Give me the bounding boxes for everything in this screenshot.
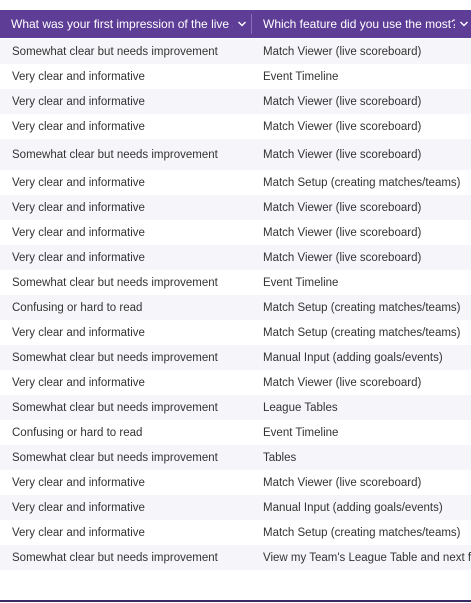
cell-feature-used: View my Team's League Table and next fi <box>263 551 471 564</box>
cell-first-impression: Very clear and informative <box>12 501 145 514</box>
table-row[interactable]: Very clear and informative Match Viewer (… <box>0 89 471 114</box>
cell-first-impression: Very clear and informative <box>12 70 145 83</box>
table-row[interactable]: Very clear and informative Match Setup (c… <box>0 320 471 345</box>
cell-first-impression: Very clear and informative <box>12 120 145 133</box>
column-header-label: Which feature did you use the most? <box>263 17 455 31</box>
table-row[interactable]: Confusing or hard to read Event Timeline <box>0 420 471 445</box>
cell-feature-used: Manual Input (adding goals/events) <box>263 501 443 514</box>
table-row[interactable]: Somewhat clear but needs improvement Matc… <box>0 39 471 64</box>
table-row[interactable]: Very clear and informative Match Viewer (… <box>0 220 471 245</box>
cell-feature-used: Event Timeline <box>263 276 339 289</box>
cell-first-impression: Confusing or hard to read <box>12 301 143 314</box>
cell-first-impression: Somewhat clear but needs improvement <box>12 401 218 414</box>
table-row[interactable]: Somewhat clear but needs improvement Manu… <box>0 345 471 370</box>
cell-feature-used: Match Setup (creating matches/teams) <box>263 526 461 539</box>
column-header-label: What was your first impression of the li… <box>11 17 233 31</box>
table-row[interactable]: Very clear and informative Match Viewer (… <box>0 245 471 270</box>
cell-first-impression: Somewhat clear but needs improvement <box>12 451 218 464</box>
cell-feature-used: Match Setup (creating matches/teams) <box>263 176 461 189</box>
table-row[interactable]: Very clear and informative Match Viewer (… <box>0 470 471 495</box>
table-row[interactable]: Very clear and informative Match Setup (c… <box>0 170 471 195</box>
table-row[interactable]: Somewhat clear but needs improvement Tabl… <box>0 445 471 470</box>
cell-feature-used: Match Viewer (live scoreboard) <box>263 95 422 108</box>
cell-first-impression: Very clear and informative <box>12 226 145 239</box>
table-body: Somewhat clear but needs improvement Matc… <box>0 39 471 570</box>
table-row[interactable]: Somewhat clear but needs improvement View… <box>0 545 471 570</box>
cell-feature-used: Match Viewer (live scoreboard) <box>263 476 422 489</box>
column-header-first-impression[interactable]: What was your first impression of the li… <box>0 10 251 38</box>
cell-feature-used: Manual Input (adding goals/events) <box>263 351 443 364</box>
table-row[interactable]: Very clear and informative Match Viewer (… <box>0 195 471 220</box>
cell-feature-used: Match Viewer (live scoreboard) <box>263 376 422 389</box>
cell-first-impression: Somewhat clear but needs improvement <box>12 351 218 364</box>
cell-feature-used: Match Viewer (live scoreboard) <box>263 251 422 264</box>
cell-feature-used: Match Viewer (live scoreboard) <box>263 120 422 133</box>
table-row[interactable]: Somewhat clear but needs improvement Leag… <box>0 395 471 420</box>
cell-feature-used: Match Viewer (live scoreboard) <box>263 201 422 214</box>
table-header: What was your first impression of the li… <box>0 10 471 38</box>
cell-first-impression: Somewhat clear but needs improvement <box>12 45 218 58</box>
cell-feature-used: Match Viewer (live scoreboard) <box>263 45 422 58</box>
table-row[interactable]: Somewhat clear but needs improvement Even… <box>0 270 471 295</box>
cell-first-impression: Very clear and informative <box>12 251 145 264</box>
table-row[interactable]: Confusing or hard to read Match Setup (cr… <box>0 295 471 320</box>
cell-first-impression: Somewhat clear but needs improvement <box>12 276 218 289</box>
cell-feature-used: Tables <box>263 451 297 464</box>
cell-first-impression: Very clear and informative <box>12 201 145 214</box>
cell-feature-used: Event Timeline <box>263 426 339 439</box>
cell-feature-used: Match Viewer (live scoreboard) <box>263 226 422 239</box>
chevron-down-icon[interactable] <box>459 19 469 29</box>
cell-first-impression: Very clear and informative <box>12 176 145 189</box>
table-row[interactable]: Very clear and informative Event Timeline <box>0 64 471 89</box>
cell-first-impression: Very clear and informative <box>12 526 145 539</box>
cell-feature-used: Match Setup (creating matches/teams) <box>263 326 461 339</box>
chevron-down-icon[interactable] <box>237 19 247 29</box>
cell-feature-used: Event Timeline <box>263 70 339 83</box>
cell-first-impression: Confusing or hard to read <box>12 426 143 439</box>
cell-feature-used: Match Viewer (live scoreboard) <box>263 148 422 161</box>
cell-first-impression: Somewhat clear but needs improvement <box>12 148 218 161</box>
cell-first-impression: Somewhat clear but needs improvement <box>12 551 218 564</box>
table-row[interactable]: Very clear and informative Match Setup (c… <box>0 520 471 545</box>
cell-first-impression: Very clear and informative <box>12 95 145 108</box>
cell-feature-used: Match Setup (creating matches/teams) <box>263 301 461 314</box>
cell-first-impression: Very clear and informative <box>12 476 145 489</box>
table-row[interactable]: Very clear and informative Match Viewer (… <box>0 370 471 395</box>
table-bottom-border <box>0 600 471 602</box>
cell-feature-used: League Tables <box>263 401 338 414</box>
column-header-feature-used[interactable]: Which feature did you use the most? <box>251 10 471 38</box>
cell-first-impression: Very clear and informative <box>12 376 145 389</box>
table-row[interactable]: Somewhat clear but needs improvement Matc… <box>0 139 471 170</box>
table-row[interactable]: Very clear and informative Match Viewer (… <box>0 114 471 139</box>
table-row[interactable]: Very clear and informative Manual Input (… <box>0 495 471 520</box>
cell-first-impression: Very clear and informative <box>12 326 145 339</box>
